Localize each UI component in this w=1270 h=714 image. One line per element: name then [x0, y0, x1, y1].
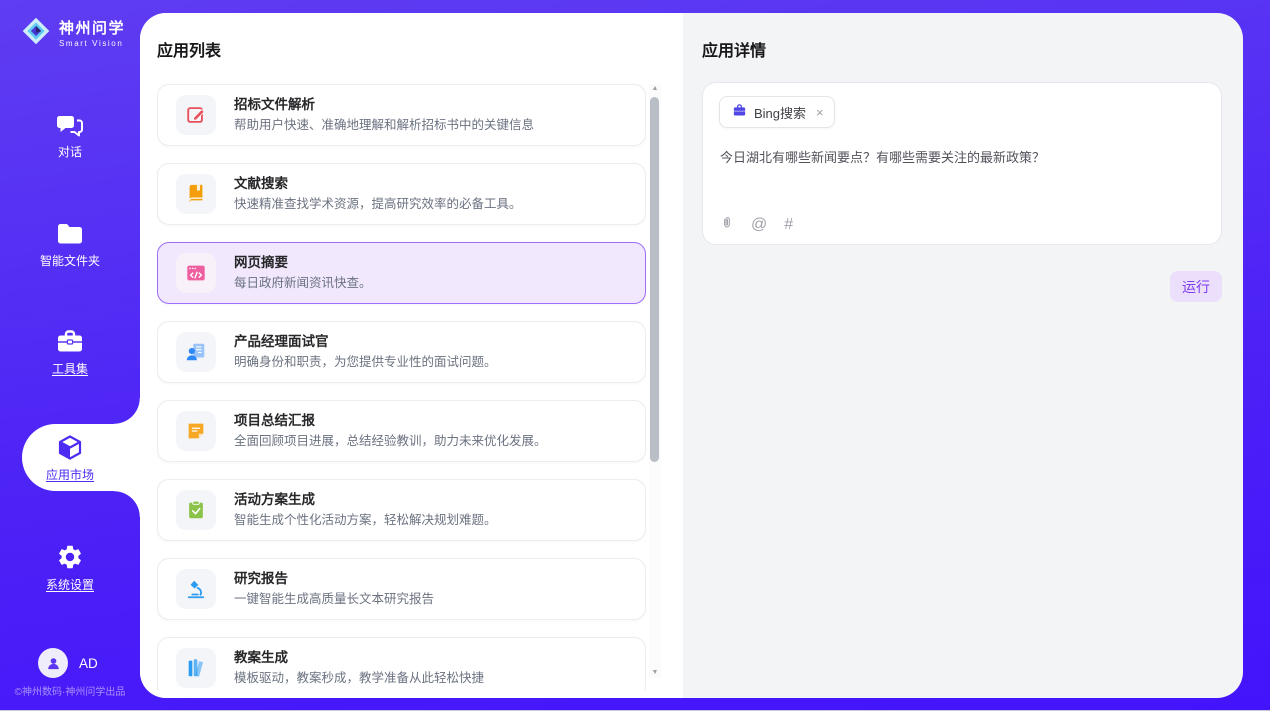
app-card-description: 一键智能生成高质量长文本研究报告: [234, 593, 434, 606]
note-icon: [176, 411, 216, 451]
app-detail-title: 应用详情: [702, 37, 766, 61]
app-card-text: 文献搜索快速精准查找学术资源，提高研究效率的必备工具。: [234, 177, 522, 211]
app-card-description: 帮助用户快速、准确地理解和解析招标书中的关键信息: [234, 119, 534, 132]
scroll-down-arrow[interactable]: ▼: [649, 668, 661, 678]
cube-icon: [55, 433, 85, 463]
brand-logo-icon: [20, 13, 52, 54]
person-icon: [45, 655, 62, 672]
app-card-text: 招标文件解析帮助用户快速、准确地理解和解析招标书中的关键信息: [234, 98, 534, 132]
app-card-text: 产品经理面试官明确身份和职责，为您提供专业性的面试问题。: [234, 335, 497, 369]
prompt-text[interactable]: 今日湖北有哪些新闻要点？有哪些需要关注的最新政策？: [720, 149, 1205, 167]
hash-icon[interactable]: #: [784, 216, 793, 234]
sidebar-item-gear[interactable]: 系统设置: [0, 543, 140, 592]
app-card-description: 每日政府新闻资讯快查。: [234, 277, 372, 290]
app-card[interactable]: 研究报告一键智能生成高质量长文本研究报告: [157, 558, 646, 620]
user-initials: AD: [79, 656, 98, 671]
app-card-text: 网页摘要每日政府新闻资讯快查。: [234, 256, 372, 290]
app-card-title: 网页摘要: [234, 256, 372, 270]
app-card[interactable]: 文献搜索快速精准查找学术资源，提高研究效率的必备工具。: [157, 163, 646, 225]
tag-close-icon[interactable]: ×: [816, 105, 824, 120]
folder-icon: [55, 219, 85, 249]
app-card[interactable]: 产品经理面试官明确身份和职责，为您提供专业性的面试问题。: [157, 321, 646, 383]
app-card-description: 明确身份和职责，为您提供专业性的面试问题。: [234, 356, 497, 369]
copyright: ©神州数码·神州问学出品: [0, 683, 140, 698]
user-chip[interactable]: AD: [38, 648, 98, 678]
briefcase-icon: [732, 103, 747, 121]
app-card[interactable]: 活动方案生成智能生成个性化活动方案，轻松解决规划难题。: [157, 479, 646, 541]
app-card[interactable]: 招标文件解析帮助用户快速、准确地理解和解析招标书中的关键信息: [157, 84, 646, 146]
app-card-description: 快速精准查找学术资源，提高研究效率的必备工具。: [234, 198, 522, 211]
app-frame: 神州问学 Smart Vision 对话智能文件夹工具集应用市场系统设置 AD …: [0, 0, 1270, 711]
sidebar-item-label: 系统设置: [0, 578, 140, 592]
app-card-title: 项目总结汇报: [234, 414, 547, 428]
app-card-text: 教案生成模板驱动，教案秒成，教学准备从此轻松快捷: [234, 651, 484, 685]
app-card-title: 活动方案生成: [234, 493, 497, 507]
sidebar-item-label: 应用市场: [0, 468, 140, 482]
brand-tagline: Smart Vision: [59, 39, 125, 48]
avatar: [38, 648, 68, 678]
app-card-title: 文献搜索: [234, 177, 522, 191]
app-card-title: 研究报告: [234, 572, 434, 586]
interviewer-icon: [176, 332, 216, 372]
app-card-description: 智能生成个性化活动方案，轻松解决规划难题。: [234, 514, 497, 527]
app-card[interactable]: 网页摘要每日政府新闻资讯快查。: [157, 242, 646, 304]
app-card-description: 模板驱动，教案秒成，教学准备从此轻松快捷: [234, 672, 484, 685]
book-icon: [176, 174, 216, 214]
brand-logo: 神州问学 Smart Vision: [20, 13, 125, 54]
app-card-title: 招标文件解析: [234, 98, 534, 112]
document-edit-icon: [176, 95, 216, 135]
mention-icon[interactable]: @: [751, 216, 767, 234]
app-card-description: 全面回顾项目进展，总结经验教训，助力未来优化发展。: [234, 435, 547, 448]
browser-code-icon: [176, 253, 216, 293]
prompt-toolbar: @ #: [720, 214, 793, 236]
toolbox-icon: [55, 327, 85, 357]
sidebar-item-cube[interactable]: 应用市场: [0, 433, 140, 482]
scrollbar-thumb[interactable]: [650, 97, 659, 462]
sidebar: 神州问学 Smart Vision 对话智能文件夹工具集应用市场系统设置 AD …: [0, 0, 140, 710]
app-list: 招标文件解析帮助用户快速、准确地理解和解析招标书中的关键信息文献搜索快速精准查找…: [157, 84, 646, 690]
chat-icon: [55, 110, 85, 140]
sidebar-item-label: 智能文件夹: [0, 254, 140, 268]
sidebar-item-label: 工具集: [0, 362, 140, 376]
app-card-title: 产品经理面试官: [234, 335, 497, 349]
attachment-icon[interactable]: [720, 214, 734, 236]
app-card-text: 项目总结汇报全面回顾项目进展，总结经验教训，助力未来优化发展。: [234, 414, 547, 448]
app-card-text: 活动方案生成智能生成个性化活动方案，轻松解决规划难题。: [234, 493, 497, 527]
app-list-title: 应用列表: [157, 37, 221, 61]
tool-tag[interactable]: Bing搜索 ×: [719, 96, 835, 128]
sidebar-item-folder[interactable]: 智能文件夹: [0, 219, 140, 268]
app-card[interactable]: 教案生成模板驱动，教案秒成，教学准备从此轻松快捷: [157, 637, 646, 690]
tool-tag-label: Bing搜索: [754, 103, 806, 122]
app-card-text: 研究报告一键智能生成高质量长文本研究报告: [234, 572, 434, 606]
clipboard-check-icon: [176, 490, 216, 530]
app-list-pane: 应用列表 招标文件解析帮助用户快速、准确地理解和解析招标书中的关键信息文献搜索快…: [140, 13, 683, 698]
brand-name: 神州问学: [59, 20, 125, 37]
scroll-up-arrow[interactable]: ▲: [649, 84, 661, 94]
books-icon: [176, 648, 216, 688]
content-panel: 应用列表 招标文件解析帮助用户快速、准确地理解和解析招标书中的关键信息文献搜索快…: [140, 13, 1243, 698]
microscope-icon: [176, 569, 216, 609]
gear-icon: [56, 543, 84, 573]
sidebar-item-toolbox[interactable]: 工具集: [0, 327, 140, 376]
sidebar-item-chat[interactable]: 对话: [0, 110, 140, 159]
app-detail-pane: 应用详情 Bing搜索 × 今日湖北有哪些新闻要点？有哪些需要关注的最新政策？: [683, 13, 1243, 698]
app-card[interactable]: 项目总结汇报全面回顾项目进展，总结经验教训，助力未来优化发展。: [157, 400, 646, 462]
app-card-title: 教案生成: [234, 651, 484, 665]
prompt-card: Bing搜索 × 今日湖北有哪些新闻要点？有哪些需要关注的最新政策？ @ #: [702, 82, 1222, 245]
run-button[interactable]: 运行: [1170, 271, 1222, 302]
sidebar-item-label: 对话: [0, 145, 140, 159]
scrollbar[interactable]: ▲ ▼: [649, 84, 661, 678]
